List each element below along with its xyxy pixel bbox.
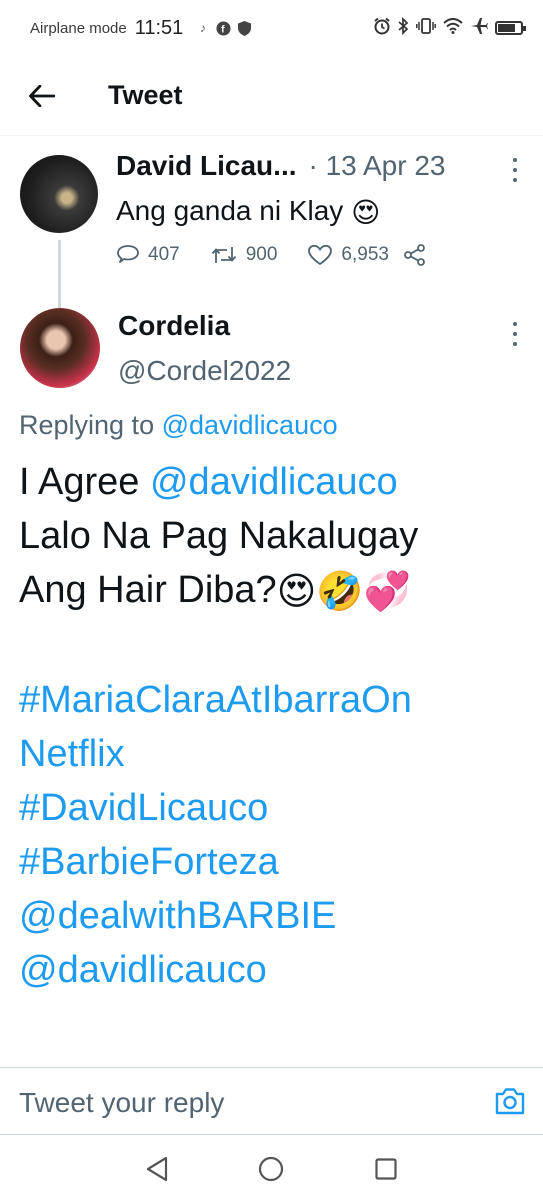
battery-icon: [495, 21, 526, 35]
hashtag-link[interactable]: #DavidLicauco: [19, 781, 539, 835]
back-nav-button[interactable]: [137, 1149, 177, 1189]
hashtag-link[interactable]: #MariaClaraAtIbarraOn: [19, 673, 539, 727]
more-options-icon[interactable]: [513, 158, 521, 182]
facebook-icon: f: [216, 20, 231, 36]
reply-icon: [117, 245, 139, 263]
divider: [0, 1134, 543, 1135]
share-button[interactable]: [403, 243, 427, 267]
mention-link[interactable]: @dealwithBARBIE: [19, 889, 539, 943]
status-bar: Airplane mode 11:51 ♪ f: [0, 0, 543, 56]
tiktok-icon: ♪: [199, 21, 206, 35]
system-navigation-bar: [0, 1137, 543, 1200]
body-text: Ang Hair Diba?: [19, 569, 277, 611]
tweet-text: Ang ganda ni Klay 😍: [116, 195, 380, 229]
hashtag-link[interactable]: #BarbieForteza: [19, 835, 539, 889]
avatar[interactable]: [20, 155, 98, 233]
home-nav-button[interactable]: [251, 1149, 291, 1189]
retweet-icon: [211, 247, 236, 263]
alarm-icon: [373, 17, 391, 40]
body-text: I Agree: [19, 461, 140, 503]
bluetooth-icon: [398, 16, 409, 40]
replying-to-mention[interactable]: @davidlicauco: [162, 410, 338, 440]
shield-icon: [237, 20, 252, 36]
page-title: Tweet: [108, 80, 183, 110]
retweet-count: 900: [245, 244, 278, 265]
camera-icon[interactable]: [494, 1086, 526, 1121]
share-icon: [404, 244, 425, 266]
tweet-header: David Licau... · 13 Apr 23: [116, 150, 526, 182]
body-line: I Agree @davidlicauco: [19, 455, 539, 509]
author-name[interactable]: Cordelia: [118, 310, 230, 342]
triangle-back-icon: [147, 1156, 168, 1181]
emoji-group: 😍🤣💞: [276, 570, 411, 613]
heart-icon: [308, 244, 333, 266]
author-handle[interactable]: @Cordel2022: [118, 355, 291, 387]
tweet-body: I Agree @davidlicauco Lalo Na Pag Nakalu…: [19, 455, 539, 997]
thread-connector: [58, 240, 61, 308]
replying-prefix: Replying to: [19, 410, 155, 440]
airplane-icon: [470, 17, 488, 40]
like-count: 6,953: [341, 244, 389, 265]
retweet-button[interactable]: 900: [210, 244, 278, 266]
svg-text:f: f: [221, 24, 225, 35]
square-recents-icon: [375, 1157, 397, 1180]
reply-count: 407: [148, 244, 180, 265]
replying-to-line: Replying to @davidlicauco: [19, 410, 338, 441]
reply-button[interactable]: 407: [116, 244, 180, 266]
more-options-icon[interactable]: [513, 322, 521, 346]
tweet-actions: 407 900 6,953: [116, 243, 427, 267]
author-name[interactable]: David Licau...: [116, 150, 297, 182]
body-line: Ang Hair Diba?😍🤣💞: [19, 563, 539, 619]
mention-link[interactable]: @davidlicauco: [19, 943, 539, 997]
heart-eyes-emoji: 😍: [351, 197, 381, 229]
top-app-bar: Tweet: [0, 56, 543, 136]
avatar[interactable]: [20, 308, 100, 388]
body-line: Lalo Na Pag Nakalugay: [19, 515, 419, 557]
reply-input[interactable]: Tweet your reply: [19, 1087, 224, 1119]
airplane-mode-label: Airplane mode: [30, 19, 127, 37]
arrow-left-icon: [29, 84, 55, 107]
circle-home-icon: [259, 1156, 284, 1181]
back-button[interactable]: [17, 71, 67, 121]
hashtag-link-continued[interactable]: Netflix: [19, 727, 539, 781]
wifi-icon: [443, 17, 463, 39]
vibrate-icon: [416, 17, 436, 40]
clock: 11:51: [134, 16, 184, 39]
mention-link[interactable]: @davidlicauco: [150, 461, 398, 503]
recents-nav-button[interactable]: [366, 1149, 406, 1189]
tweet-text-content: Ang ganda ni Klay: [116, 195, 344, 226]
like-button[interactable]: 6,953: [307, 244, 389, 266]
reply-composer[interactable]: Tweet your reply: [0, 1067, 543, 1137]
tweet-date: · 13 Apr 23: [308, 150, 446, 181]
